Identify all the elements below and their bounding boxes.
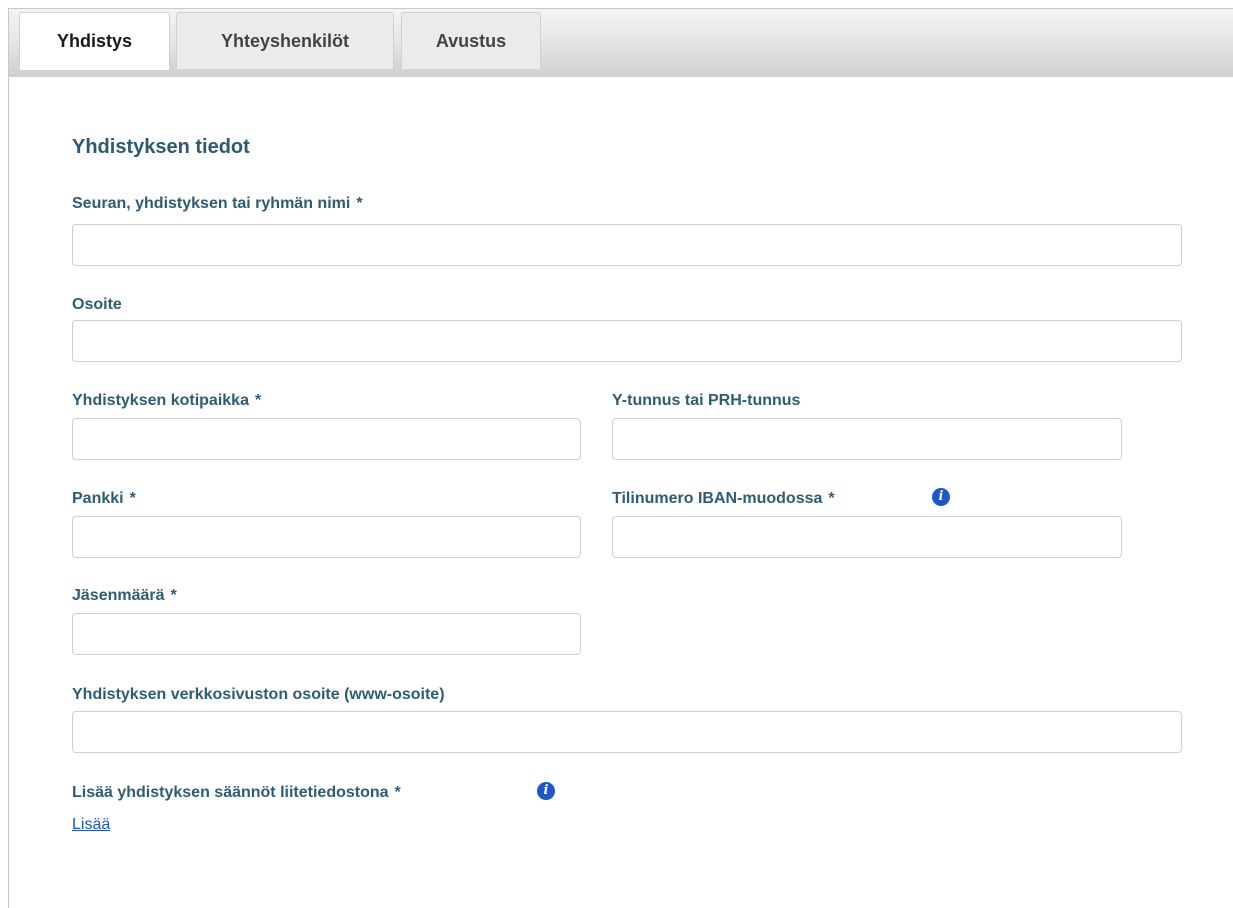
iban-label: Tilinumero IBAN-muodossa * <box>612 490 835 508</box>
bank-label: Pankki * <box>72 490 136 508</box>
bank-input[interactable] <box>72 516 581 558</box>
attachment-label-text: Lisää yhdistyksen säännöt liitetiedoston… <box>72 784 389 801</box>
tab-avustus[interactable]: Avustus <box>401 12 541 69</box>
business-id-input[interactable] <box>612 418 1122 460</box>
info-circle-icon[interactable]: i <box>932 488 950 506</box>
address-label: Osoite <box>72 296 122 314</box>
required-mark: * <box>129 490 136 507</box>
required-mark: * <box>170 587 177 604</box>
name-label-text: Seuran, yhdistyksen tai ryhmän nimi <box>72 195 351 212</box>
website-label: Yhdistyksen verkkosivuston osoite (www-o… <box>72 686 445 704</box>
address-input[interactable] <box>72 320 1182 362</box>
tab-yhdistys[interactable]: Yhdistys <box>19 12 170 70</box>
address-label-text: Osoite <box>72 296 122 313</box>
required-mark: * <box>356 195 363 212</box>
section-title: Yhdistyksen tiedot <box>72 136 250 158</box>
home-city-label: Yhdistyksen kotipaikka * <box>72 392 261 410</box>
required-mark: * <box>394 784 401 801</box>
required-mark: * <box>254 392 262 409</box>
iban-label-text: Tilinumero IBAN-muodossa <box>612 490 823 507</box>
iban-input[interactable] <box>612 516 1122 558</box>
website-input[interactable] <box>72 711 1182 753</box>
tab-yhteyshenkilot[interactable]: Yhteyshenkilöt <box>176 12 394 69</box>
attachment-label: Lisää yhdistyksen säännöt liitetiedoston… <box>72 784 401 802</box>
info-circle-icon[interactable]: i <box>537 782 555 800</box>
required-mark: * <box>828 490 835 507</box>
name-label: Seuran, yhdistyksen tai ryhmän nimi * <box>72 195 363 213</box>
members-input[interactable] <box>72 613 581 655</box>
add-attachment-link[interactable]: Lisää <box>72 816 110 834</box>
bank-label-text: Pankki <box>72 490 124 507</box>
home-city-label-text: Yhdistyksen kotipaikka <box>72 392 249 409</box>
website-label-text: Yhdistyksen verkkosivuston osoite (www-o… <box>72 686 445 703</box>
members-label: Jäsenmäärä * <box>72 587 177 605</box>
home-city-input[interactable] <box>72 418 581 460</box>
business-id-label-text: Y-tunnus tai PRH-tunnus <box>612 392 801 409</box>
members-label-text: Jäsenmäärä <box>72 587 165 604</box>
business-id-label: Y-tunnus tai PRH-tunnus <box>612 392 800 410</box>
name-input[interactable] <box>72 224 1182 266</box>
